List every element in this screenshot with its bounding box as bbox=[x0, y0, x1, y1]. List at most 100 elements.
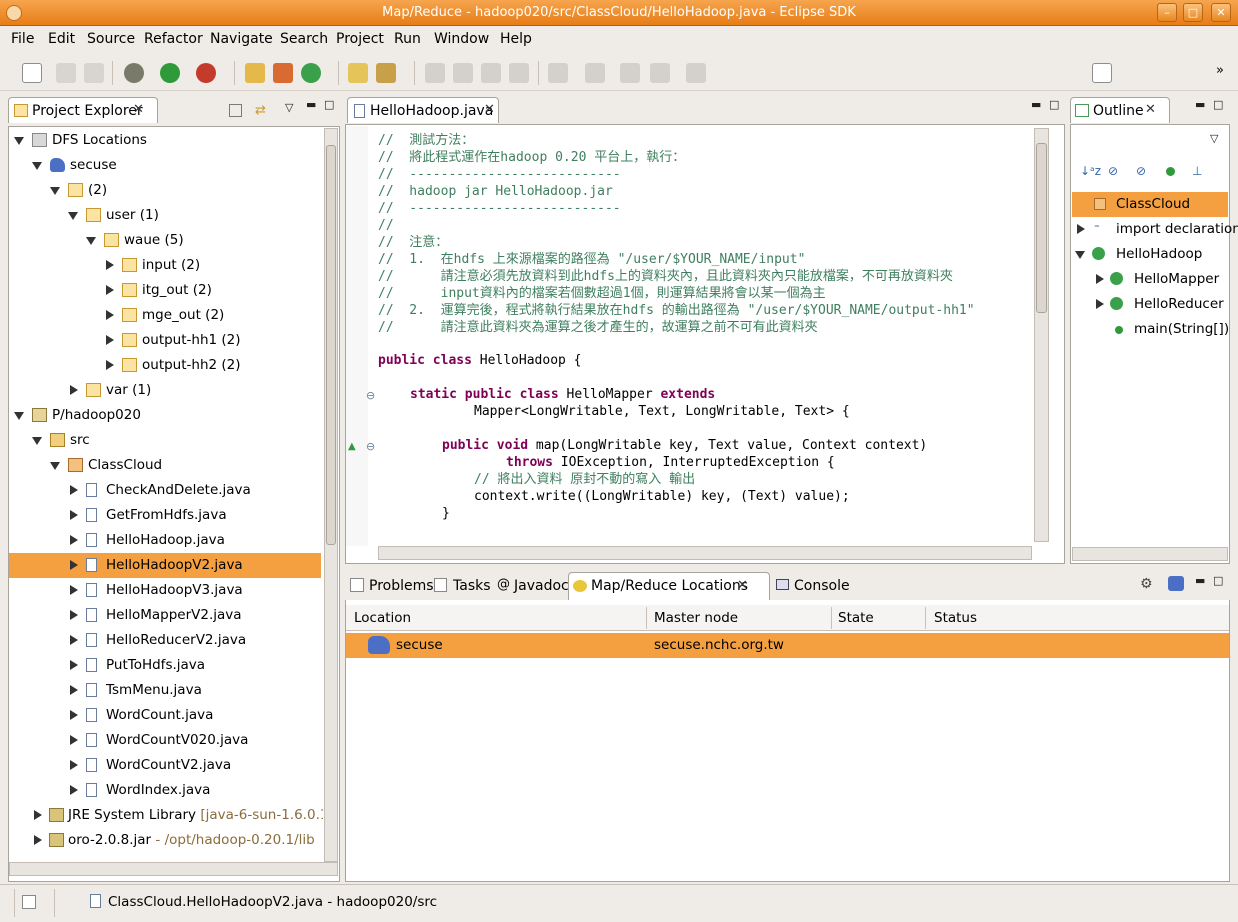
tree-scroll-thumb[interactable] bbox=[326, 145, 336, 545]
prev-annotation-icon[interactable] bbox=[585, 63, 605, 83]
tree-item[interactable]: GetFromHdfs.java bbox=[9, 503, 321, 528]
tree-item[interactable]: itg_out (2) bbox=[9, 278, 321, 303]
new-location-icon[interactable] bbox=[1168, 576, 1184, 591]
tree-item[interactable]: WordCount.java bbox=[9, 703, 321, 728]
link-with-editor-icon[interactable]: ⇄ bbox=[255, 103, 266, 118]
outline-item-hellomapper[interactable]: HelloMapper bbox=[1072, 267, 1228, 292]
editor-scroll-thumb[interactable] bbox=[1036, 143, 1047, 313]
hide-static-icon[interactable]: ⊘ bbox=[1136, 164, 1146, 178]
tree-item[interactable]: src bbox=[9, 428, 321, 453]
menu-refactor[interactable]: Refactor bbox=[144, 31, 203, 47]
collapse-arrow-icon[interactable] bbox=[70, 760, 78, 770]
collapse-arrow-icon[interactable] bbox=[106, 335, 114, 345]
fast-view-icon[interactable] bbox=[22, 895, 36, 909]
maximize-editor-icon[interactable]: □ bbox=[1049, 98, 1059, 111]
collapse-arrow-icon[interactable] bbox=[70, 635, 78, 645]
run-icon[interactable] bbox=[160, 63, 180, 83]
next-annotation-icon[interactable] bbox=[548, 63, 568, 83]
expand-arrow-icon[interactable] bbox=[14, 137, 24, 145]
tree-item[interactable]: HelloMapperV2.java bbox=[9, 603, 321, 628]
expand-arrow-icon[interactable] bbox=[32, 162, 42, 170]
gear-icon[interactable]: ⚙ bbox=[1140, 576, 1153, 592]
tree-item[interactable]: mge_out (2) bbox=[9, 303, 321, 328]
column-status[interactable]: Status bbox=[934, 610, 977, 635]
tab-hellohadoop-java[interactable]: HelloHadoop.java ✕ bbox=[347, 97, 499, 123]
tree-item-library[interactable]: oro-2.0.8.jar - /opt/hadoop-0.20.1/lib bbox=[9, 828, 321, 853]
tree-item[interactable]: HelloReducerV2.java bbox=[9, 628, 321, 653]
sort-icon[interactable]: ↓ᵃz bbox=[1080, 164, 1101, 178]
tree-item[interactable]: HelloHadoopV3.java bbox=[9, 578, 321, 603]
mark-occurrences-icon[interactable] bbox=[425, 63, 445, 83]
close-icon[interactable]: ✕ bbox=[133, 102, 144, 117]
maximize-button[interactable]: □ bbox=[1183, 3, 1203, 22]
menu-file[interactable]: File bbox=[11, 31, 34, 47]
hide-nonpublic-icon[interactable] bbox=[1166, 167, 1175, 176]
tree-item[interactable]: WordCountV020.java bbox=[9, 728, 321, 753]
hide-local-types-icon[interactable]: ⊥ bbox=[1192, 164, 1202, 178]
new-icon[interactable] bbox=[22, 63, 42, 83]
menu-navigate[interactable]: Navigate bbox=[210, 31, 273, 47]
tree-item[interactable]: PutToHdfs.java bbox=[9, 653, 321, 678]
debug-icon[interactable] bbox=[124, 63, 144, 83]
new-java-project-icon[interactable] bbox=[245, 63, 265, 83]
column-state[interactable]: State bbox=[838, 610, 874, 635]
search-icon[interactable] bbox=[376, 63, 396, 83]
menu-search[interactable]: Search bbox=[280, 31, 328, 47]
view-menu-icon[interactable]: ▽ bbox=[285, 101, 293, 114]
print-icon[interactable] bbox=[84, 63, 104, 83]
close-icon[interactable]: ✕ bbox=[484, 102, 495, 117]
collapse-arrow-icon[interactable] bbox=[70, 685, 78, 695]
collapse-arrow-icon[interactable] bbox=[70, 785, 78, 795]
outline-item-main[interactable]: main(String[]) bbox=[1072, 317, 1228, 342]
tab-outline[interactable]: Outline ✕ bbox=[1070, 97, 1170, 123]
tree-hscrollbar[interactable] bbox=[9, 862, 338, 876]
new-package-icon[interactable] bbox=[273, 63, 293, 83]
hide-fields-icon[interactable]: ⊘ bbox=[1108, 164, 1118, 178]
tree-item[interactable]: WordCountV2.java bbox=[9, 753, 321, 778]
save-icon[interactable] bbox=[56, 63, 76, 83]
back-icon[interactable] bbox=[650, 63, 670, 83]
tree-item[interactable]: user (1) bbox=[9, 203, 321, 228]
maximize-outline-icon[interactable]: □ bbox=[1213, 98, 1223, 111]
column-master-node[interactable]: Master node bbox=[654, 610, 738, 635]
editor-vscrollbar[interactable] bbox=[1034, 128, 1049, 542]
tree-item[interactable]: CheckAndDelete.java bbox=[9, 478, 321, 503]
collapse-arrow-icon[interactable] bbox=[34, 835, 42, 845]
minimize-button[interactable]: – bbox=[1157, 3, 1177, 22]
expand-arrow-icon[interactable] bbox=[50, 462, 60, 470]
tree-item[interactable]: var (1) bbox=[9, 378, 321, 403]
menu-run[interactable]: Run bbox=[394, 31, 421, 47]
annotation-icon[interactable] bbox=[453, 63, 473, 83]
collapse-arrow-icon[interactable] bbox=[70, 385, 78, 395]
expand-arrow-icon[interactable] bbox=[32, 437, 42, 445]
tree-item[interactable]: input (2) bbox=[9, 253, 321, 278]
show-whitespace-icon[interactable] bbox=[481, 63, 501, 83]
column-location[interactable]: Location bbox=[354, 610, 411, 635]
collapse-arrow-icon[interactable] bbox=[106, 310, 114, 320]
tree-item[interactable]: output-hh2 (2) bbox=[9, 353, 321, 378]
tab-project-explorer[interactable]: Project Explorer ✕ bbox=[8, 97, 158, 123]
table-row[interactable]: secuse secuse.nchc.org.tw bbox=[346, 633, 1229, 658]
editor-hscrollbar[interactable] bbox=[378, 546, 1032, 560]
tree-item[interactable]: ClassCloud bbox=[9, 453, 321, 478]
tree-item[interactable]: (2) bbox=[9, 178, 321, 203]
tree-item[interactable]: HelloHadoop.java bbox=[9, 528, 321, 553]
outline-item-classcloud[interactable]: ClassCloud bbox=[1072, 192, 1228, 217]
tab-mapreduce-locations[interactable]: Map/Reduce Locations ✕ bbox=[568, 572, 770, 600]
menu-window[interactable]: Window bbox=[434, 31, 489, 47]
outline-item-hellohadoop[interactable]: HelloHadoop bbox=[1072, 242, 1228, 267]
close-icon[interactable]: ✕ bbox=[1145, 102, 1156, 117]
more-perspectives-icon[interactable]: » bbox=[1216, 63, 1224, 78]
outline-item-helloreducer[interactable]: HelloReducer bbox=[1072, 292, 1228, 317]
open-perspective-icon[interactable] bbox=[1092, 63, 1112, 83]
outline-view-menu-icon[interactable]: ▽ bbox=[1210, 132, 1218, 145]
collapse-arrow-icon[interactable] bbox=[106, 260, 114, 270]
collapse-arrow-icon[interactable] bbox=[70, 735, 78, 745]
tree-item[interactable]: HelloHadoopV2.java bbox=[9, 553, 321, 578]
new-class-icon[interactable] bbox=[301, 63, 321, 83]
menu-edit[interactable]: Edit bbox=[48, 31, 75, 47]
outline-hscrollbar[interactable] bbox=[1072, 547, 1228, 561]
fold-icon[interactable]: ⊖ bbox=[366, 440, 375, 453]
minimize-editor-icon[interactable]: ▬ bbox=[1031, 98, 1041, 111]
tree-item[interactable]: DFS Locations bbox=[9, 128, 321, 153]
